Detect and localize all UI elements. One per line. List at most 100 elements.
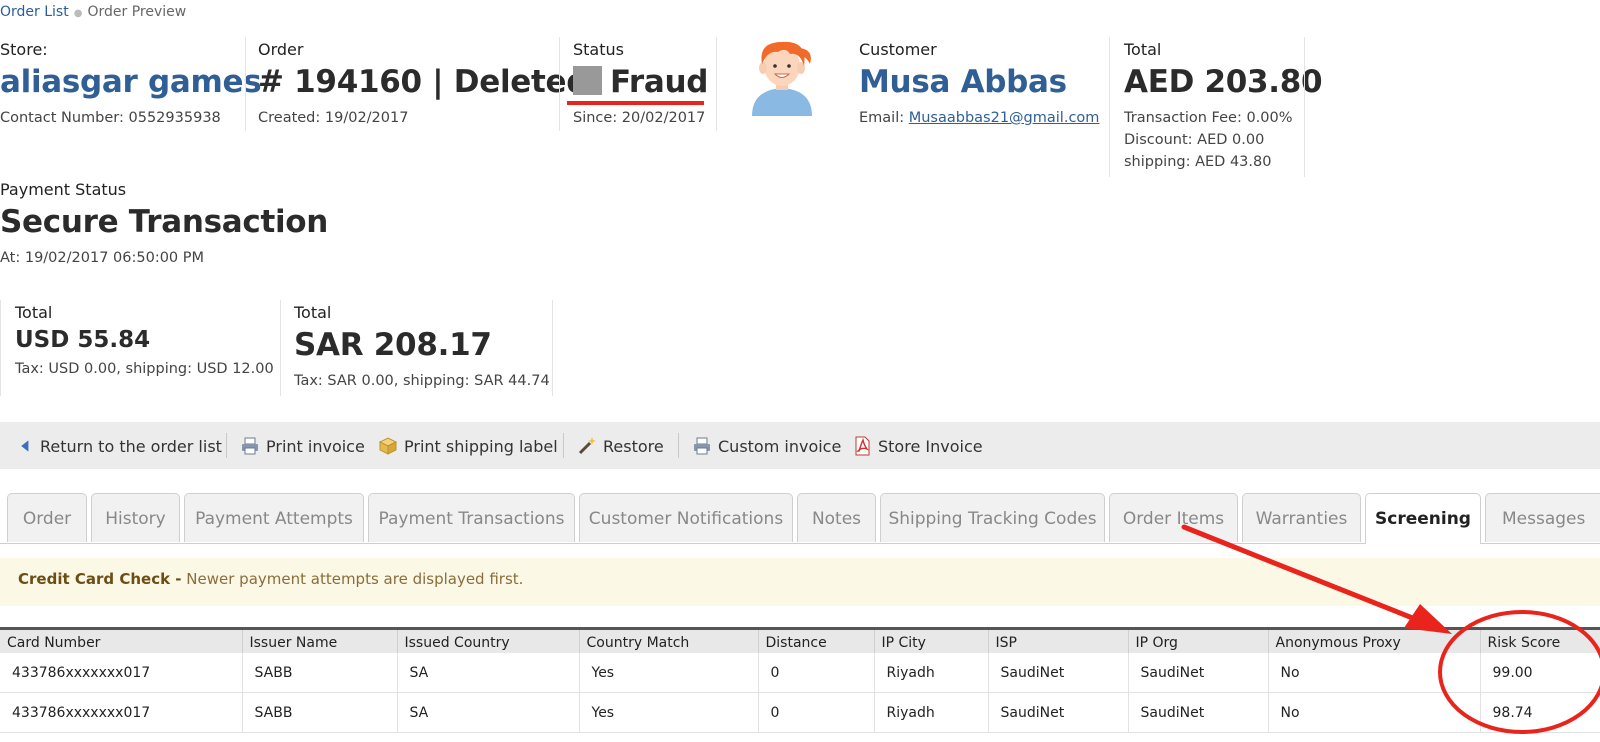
table-row: 433786xxxxxxx017 SABB SA Yes 0 Riyadh Sa… xyxy=(0,692,1600,733)
divider xyxy=(559,37,560,131)
breadcrumb-order-list[interactable]: Order List xyxy=(0,4,69,20)
table-row: 433786xxxxxxx017 SABB SA Yes 0 Riyadh Sa… xyxy=(0,653,1600,693)
col-country-match[interactable]: Country Match xyxy=(578,627,758,653)
back-arrow-icon xyxy=(21,440,29,452)
customer-email-label: Email: xyxy=(859,110,905,126)
cell-card-number: 433786xxxxxxx017 xyxy=(0,692,242,733)
cell-risk-score: 98.74 xyxy=(1479,692,1600,733)
col-anonymous-proxy[interactable]: Anonymous Proxy xyxy=(1267,627,1480,653)
total-value: AED 203.80 xyxy=(1124,64,1323,100)
toolbar-divider xyxy=(678,433,679,458)
tabs-baseline xyxy=(0,543,1600,544)
printer-icon xyxy=(242,437,258,455)
print-invoice-button[interactable]: Print invoice xyxy=(240,436,365,456)
credit-card-check-alert: Credit Card Check - Newer payment attemp… xyxy=(0,558,1600,606)
cell-anonymous-proxy: No xyxy=(1267,692,1480,733)
return-button[interactable]: Return to the order list xyxy=(18,436,222,456)
cell-isp: SaudiNet xyxy=(987,653,1128,693)
toolbar-divider xyxy=(226,433,227,458)
tab-payment-transactions[interactable]: Payment Transactions xyxy=(368,493,575,542)
col-ip-city[interactable]: IP City xyxy=(873,627,988,653)
cell-issuer-name: SABB xyxy=(241,692,397,733)
status-value: Fraud xyxy=(573,64,708,100)
usd-total-label: Total xyxy=(15,303,53,322)
annotation-underline xyxy=(567,101,704,105)
cell-ip-org: SaudiNet xyxy=(1127,653,1268,693)
print-shipping-label: Print shipping label xyxy=(404,437,558,456)
avatar xyxy=(742,38,822,118)
sar-total-label: Total xyxy=(294,303,332,322)
customer-name[interactable]: Musa Abbas xyxy=(859,64,1067,100)
usd-total-value: USD 55.84 xyxy=(15,327,151,353)
cell-country-match: Yes xyxy=(578,653,758,693)
divider xyxy=(0,300,1,396)
magic-wand-icon xyxy=(578,437,596,455)
tab-messages[interactable]: Messages xyxy=(1485,493,1600,542)
tab-notes[interactable]: Notes xyxy=(797,493,876,542)
tab-history[interactable]: History xyxy=(91,493,180,542)
col-ip-org[interactable]: IP Org xyxy=(1127,627,1268,653)
col-distance[interactable]: Distance xyxy=(757,627,874,653)
status-since: Since: 20/02/2017 xyxy=(573,110,706,126)
sar-total-value: SAR 208.17 xyxy=(294,327,492,363)
status-label: Status xyxy=(573,40,624,59)
custom-invoice-button[interactable]: Custom invoice xyxy=(692,436,841,456)
breadcrumb: Order List ● Order Preview xyxy=(0,4,186,20)
store-contact: Contact Number: 0552935938 xyxy=(0,110,221,126)
alert-title: Credit Card Check - xyxy=(18,570,182,588)
store-label: Store: xyxy=(0,40,48,59)
cell-isp: SaudiNet xyxy=(987,692,1128,733)
cell-anonymous-proxy: No xyxy=(1267,653,1480,693)
tab-shipping-tracking-codes[interactable]: Shipping Tracking Codes xyxy=(880,493,1105,542)
total-shipping: shipping: AED 43.80 xyxy=(1124,154,1272,170)
package-icon xyxy=(378,437,398,455)
sar-total-detail: Tax: SAR 0.00, shipping: SAR 44.74 xyxy=(294,373,550,389)
total-fee: Transaction Fee: 0.00% xyxy=(1124,110,1293,126)
customer-email-link[interactable]: Musaabbas21@gmail.com xyxy=(909,110,1100,126)
cell-issuer-name: SABB xyxy=(241,653,397,693)
customer-label: Customer xyxy=(859,40,937,59)
store-invoice-button[interactable]: Store Invoice xyxy=(852,436,983,456)
return-label: Return to the order list xyxy=(40,437,222,456)
divider xyxy=(552,300,553,396)
usd-total-detail: Tax: USD 0.00, shipping: USD 12.00 xyxy=(15,361,274,377)
payment-status-value: Secure Transaction xyxy=(0,204,329,240)
restore-label: Restore xyxy=(603,437,664,456)
tab-customer-notifications[interactable]: Customer Notifications xyxy=(579,493,793,542)
total-label: Total xyxy=(1124,40,1162,59)
breadcrumb-separator: ● xyxy=(73,8,83,19)
divider xyxy=(245,37,246,131)
tab-screening[interactable]: Screening xyxy=(1365,493,1481,544)
order-created: Created: 19/02/2017 xyxy=(258,110,409,126)
tab-order[interactable]: Order xyxy=(7,493,87,542)
pdf-icon xyxy=(855,436,870,456)
divider xyxy=(1109,37,1110,177)
divider xyxy=(716,37,717,131)
print-shipping-label-button[interactable]: Print shipping label xyxy=(378,436,558,456)
cell-ip-org: SaudiNet xyxy=(1127,692,1268,733)
table-header-row: Card Number Issuer Name Issued Country C… xyxy=(0,627,1600,653)
restore-button[interactable]: Restore xyxy=(577,436,664,456)
cell-issued-country: SA xyxy=(396,653,579,693)
col-issuer-name[interactable]: Issuer Name xyxy=(241,627,397,653)
cell-distance: 0 xyxy=(757,692,874,733)
cell-ip-city: Riyadh xyxy=(873,692,988,733)
cell-issued-country: SA xyxy=(396,692,579,733)
col-isp[interactable]: ISP xyxy=(987,627,1128,653)
tab-warranties[interactable]: Warranties xyxy=(1242,493,1361,542)
col-issued-country[interactable]: Issued Country xyxy=(396,627,579,653)
cell-distance: 0 xyxy=(757,653,874,693)
status-color-swatch xyxy=(573,66,602,95)
tab-order-items[interactable]: Order Items xyxy=(1109,493,1238,542)
col-card-number[interactable]: Card Number xyxy=(0,627,242,653)
screening-table: Card Number Issuer Name Issued Country C… xyxy=(0,627,1600,733)
col-risk-score[interactable]: Risk Score xyxy=(1479,627,1600,653)
store-name[interactable]: aliasgar games xyxy=(0,64,262,100)
tab-payment-attempts[interactable]: Payment Attempts xyxy=(184,493,364,542)
print-invoice-label: Print invoice xyxy=(266,437,365,456)
cell-country-match: Yes xyxy=(578,692,758,733)
order-label: Order xyxy=(258,40,304,59)
payment-status-label: Payment Status xyxy=(0,180,127,199)
alert-text: Newer payment attempts are displayed fir… xyxy=(186,570,524,588)
payment-status-time: At: 19/02/2017 06:50:00 PM xyxy=(0,250,205,266)
